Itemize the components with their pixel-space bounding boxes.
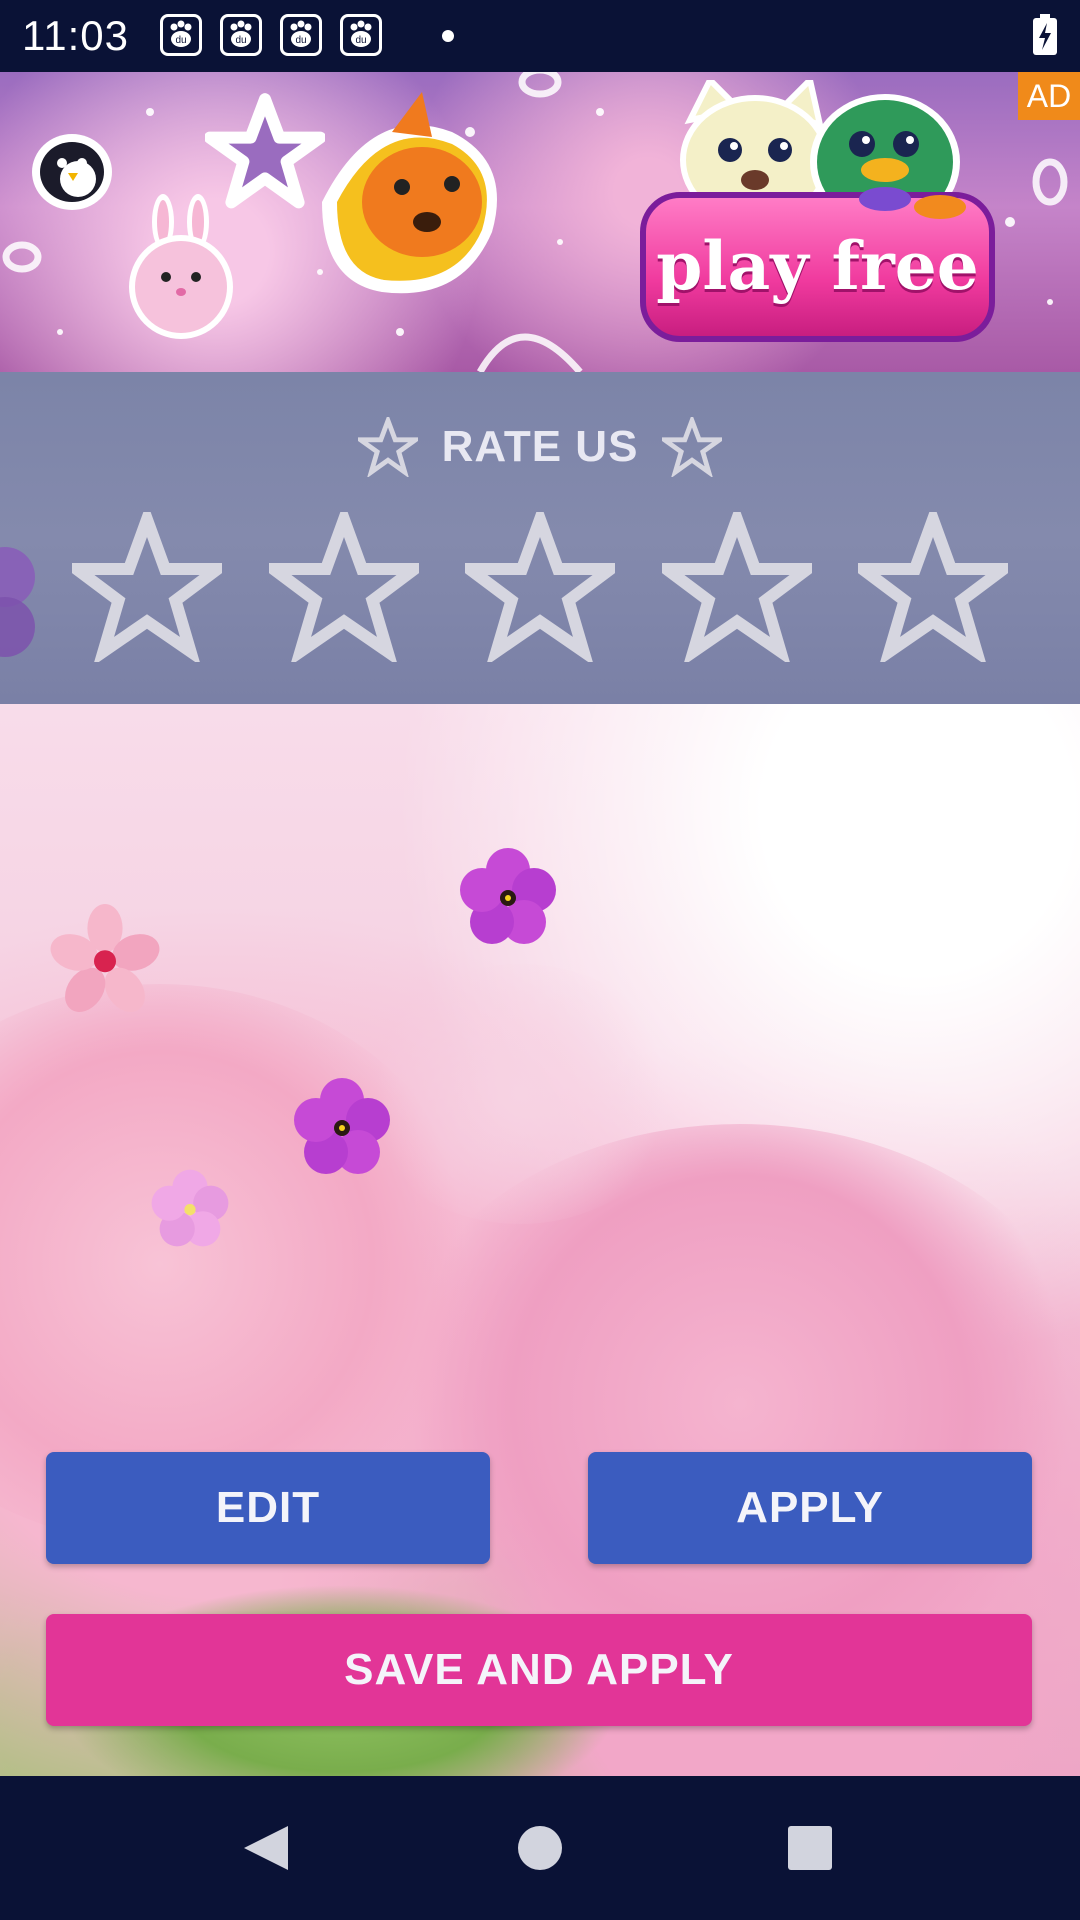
rating-star-2[interactable]	[268, 512, 419, 662]
save-and-apply-button[interactable]: SAVE AND APPLY	[46, 1614, 1032, 1726]
purple-flower-icon	[294, 1078, 390, 1174]
purple-flower-icon	[460, 848, 556, 944]
rate-us-header: RATE US	[0, 412, 1080, 482]
star-decoration-icon	[357, 417, 418, 477]
baidu-paw-icon: du	[340, 14, 382, 56]
candy-decoration	[859, 187, 966, 219]
rating-star-4[interactable]	[661, 512, 812, 662]
status-time: 11:03	[22, 12, 129, 59]
notification-icons: du du du du	[160, 14, 382, 56]
svg-text:du: du	[355, 35, 366, 46]
svg-text:du: du	[295, 35, 306, 46]
svg-text:du: du	[175, 35, 186, 46]
bunny-sticker-icon	[129, 194, 233, 339]
star-decoration-icon	[662, 417, 723, 477]
status-bar: 11:03 du du du du	[0, 0, 1080, 72]
nav-recents-button[interactable]	[750, 1776, 870, 1920]
nav-back-button[interactable]	[206, 1776, 326, 1920]
rating-stars	[72, 512, 1008, 662]
cherry-blossom-icon	[50, 904, 160, 1012]
rating-star-1[interactable]	[72, 512, 222, 662]
battery-charging-icon	[1033, 14, 1057, 55]
hydrangea-bloom-decoration	[360, 964, 680, 1224]
edit-button[interactable]: EDIT	[46, 1452, 490, 1564]
goldfish-sticker-icon	[322, 92, 497, 294]
rating-star-5[interactable]	[858, 512, 1008, 662]
ad-banner[interactable]: play free AD	[0, 72, 1080, 372]
back-triangle-icon	[244, 1826, 288, 1870]
baidu-paw-icon: du	[280, 14, 322, 56]
rate-us-title: RATE US	[441, 422, 639, 471]
nav-home-button[interactable]	[480, 1776, 600, 1920]
violet-flower-decoration	[0, 547, 35, 657]
svg-text:du: du	[235, 35, 246, 46]
penguin-sticker-icon	[32, 134, 112, 210]
recents-square-icon	[788, 1826, 832, 1870]
navigation-bar	[0, 1776, 1080, 1920]
screen: 11:03 du du du du play free AD RATE US E…	[0, 0, 1080, 1920]
ad-badge: AD	[1018, 72, 1080, 120]
rate-us-panel: RATE US	[0, 372, 1080, 704]
apply-button[interactable]: APPLY	[588, 1452, 1032, 1564]
baidu-paw-icon: du	[220, 14, 262, 56]
baidu-paw-icon: du	[160, 14, 202, 56]
rating-star-3[interactable]	[465, 512, 615, 662]
home-circle-icon	[518, 1826, 562, 1870]
more-notifications-dot-icon	[442, 30, 454, 42]
pink-flower-icon	[151, 1169, 229, 1247]
